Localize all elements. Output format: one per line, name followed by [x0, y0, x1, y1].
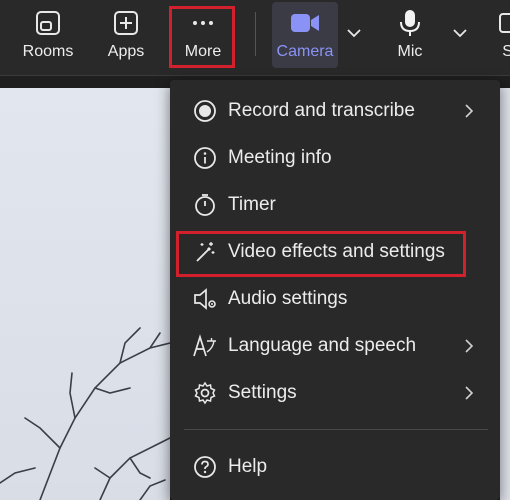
- menu-item-timer[interactable]: Timer: [170, 183, 500, 227]
- microphone-icon: [399, 9, 421, 37]
- menu-item-audio-settings[interactable]: Audio settings: [170, 277, 500, 321]
- rooms-button[interactable]: Rooms: [18, 0, 78, 75]
- share-button[interactable]: Sh: [492, 0, 510, 75]
- more-highlight-box: [169, 6, 235, 68]
- apps-label: Apps: [107, 43, 145, 60]
- mic-options-chevron-icon[interactable]: [451, 26, 469, 40]
- speaker-settings-icon: [192, 286, 218, 312]
- menu-item-label: Help: [228, 456, 268, 477]
- menu-item-label: Settings: [228, 382, 297, 403]
- camera-label: Camera: [276, 43, 334, 60]
- apps-icon: [113, 9, 139, 37]
- menu-item-label: Timer: [228, 194, 276, 215]
- video-background-edge: [500, 88, 510, 500]
- record-icon: [192, 98, 218, 124]
- chevron-right-icon: [465, 104, 474, 118]
- language-icon: [192, 333, 218, 359]
- tree-branches-image: [0, 327, 170, 500]
- camera-button[interactable]: Camera: [272, 2, 338, 68]
- more-options-menu: Record and transcribe Meeting info Timer…: [170, 80, 500, 500]
- chevron-right-icon: [465, 339, 474, 353]
- menu-item-record-and-transcribe[interactable]: Record and transcribe: [170, 89, 500, 133]
- camera-options-chevron-icon[interactable]: [345, 26, 363, 40]
- help-icon: [192, 454, 218, 480]
- rooms-label: Rooms: [22, 43, 74, 60]
- video-background: [0, 88, 170, 500]
- video-effects-highlight-box: [176, 231, 466, 277]
- menu-separator: [184, 429, 488, 430]
- rooms-icon: [35, 9, 61, 37]
- toolbar-divider: [255, 12, 256, 56]
- menu-item-label: Language and speech: [228, 335, 417, 356]
- gear-icon: [192, 380, 218, 406]
- apps-button[interactable]: Apps: [96, 0, 156, 75]
- menu-item-help[interactable]: Help: [170, 445, 500, 489]
- share-label: Sh: [502, 43, 510, 60]
- video-camera-icon: [290, 9, 320, 37]
- menu-item-label: Record and transcribe: [228, 100, 415, 121]
- mic-button[interactable]: Mic: [382, 0, 438, 75]
- menu-item-meeting-info[interactable]: Meeting info: [170, 136, 500, 180]
- menu-item-label: Audio settings: [228, 288, 348, 309]
- meeting-toolbar: Rooms Apps More Camera Mic Sh: [0, 0, 510, 76]
- mic-label: Mic: [397, 43, 423, 60]
- share-icon: [499, 9, 510, 37]
- menu-item-settings[interactable]: Settings: [170, 371, 500, 415]
- info-icon: [192, 145, 218, 171]
- menu-item-language-and-speech[interactable]: Language and speech: [170, 324, 500, 368]
- menu-item-label: Meeting info: [228, 147, 332, 168]
- timer-icon: [192, 192, 218, 218]
- chevron-right-icon: [465, 386, 474, 400]
